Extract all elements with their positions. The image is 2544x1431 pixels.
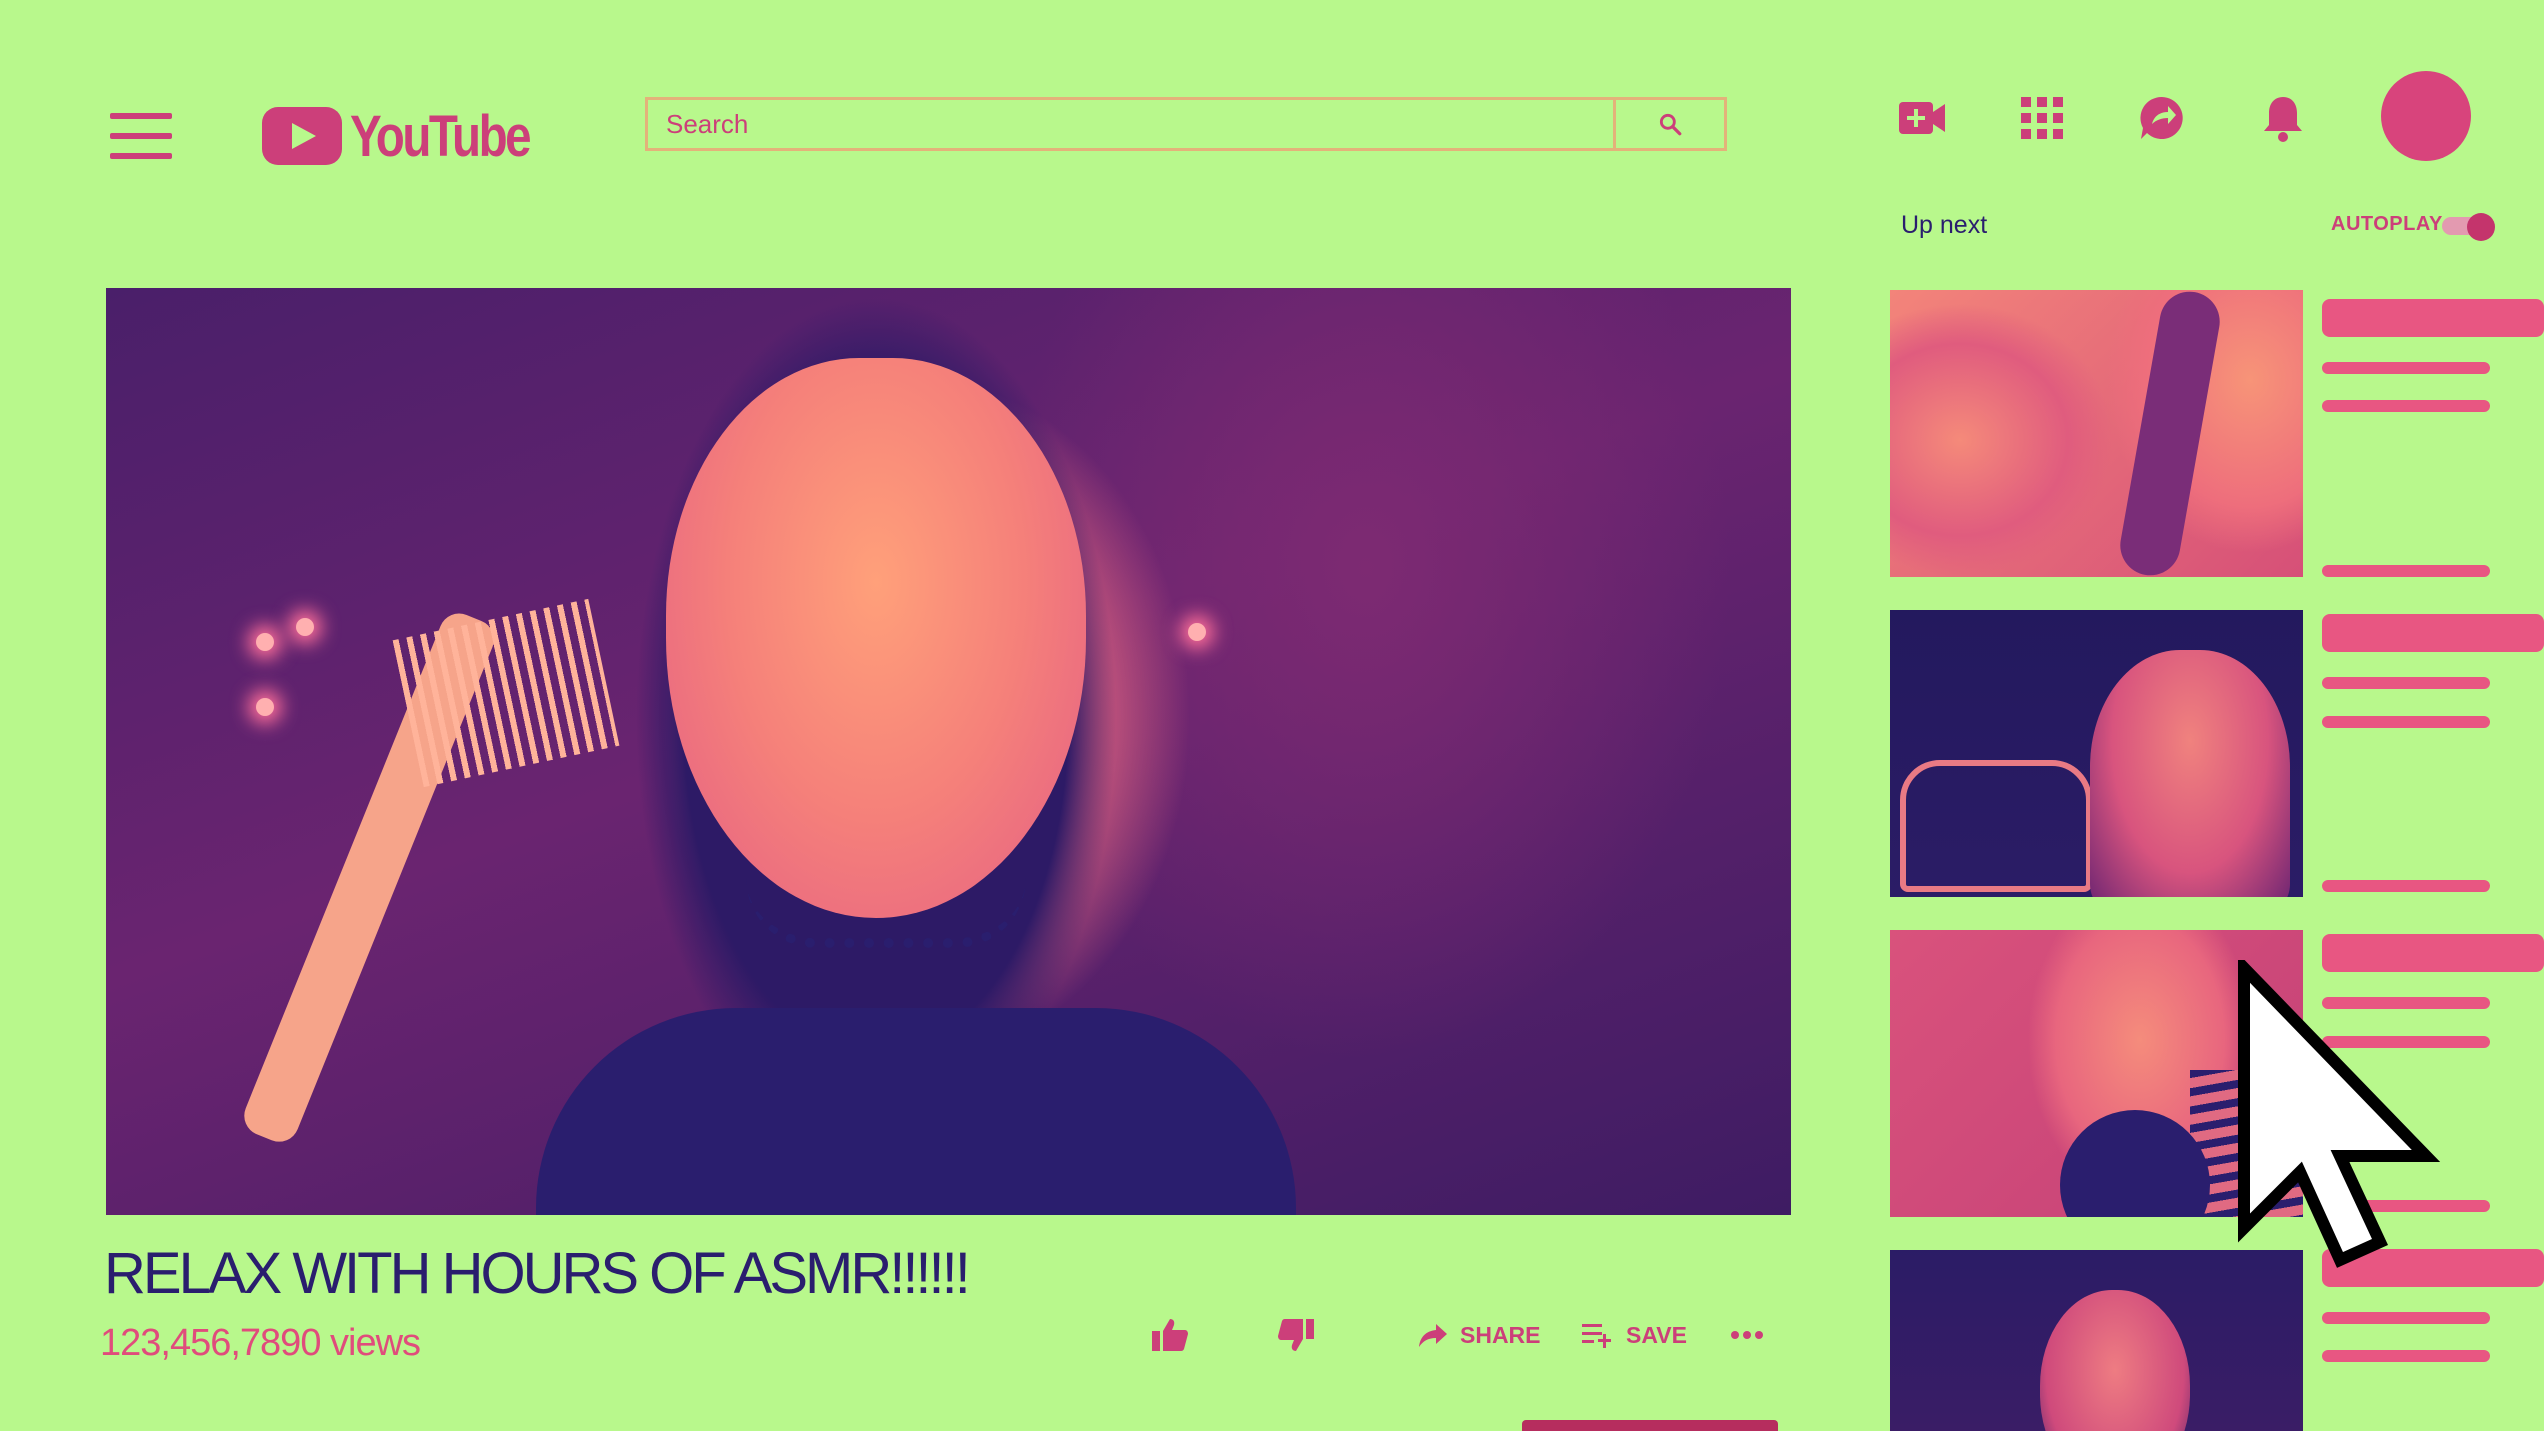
placeholder-title-bar[interactable] [2322,614,2544,652]
like-button[interactable] [1150,1315,1190,1355]
recommended-video-thumbnail[interactable] [1890,610,2303,897]
video-frame-shirt [536,1008,1296,1215]
bokeh-light [256,633,274,651]
up-next-label: Up next [1901,211,1988,239]
recommended-video-thumbnail[interactable] [1890,290,2303,577]
avatar[interactable] [2381,71,2471,161]
video-title: RELAX WITH HOURS OF ASMR!!!!!! [104,1241,971,1306]
save-playlist-icon [1582,1324,1611,1348]
bokeh-light [256,698,274,716]
search-button[interactable] [1613,100,1724,148]
save-label: SAVE [1626,1321,1687,1348]
menu-icon[interactable] [110,113,172,159]
dislike-button[interactable] [1276,1315,1316,1355]
placeholder-text-bar [2322,1312,2490,1324]
like-icon [1152,1319,1188,1351]
share-button[interactable]: SHARE [1418,1315,1541,1355]
placeholder-text-bar [2322,677,2490,689]
placeholder-text-bar [2322,716,2490,728]
placeholder-text-bar [2322,1350,2490,1362]
more-icon [1731,1331,1763,1339]
search-bar [645,97,1727,151]
youtube-logo[interactable]: YouTube [262,103,568,169]
logo-text: YouTube [350,103,532,169]
apps-icon[interactable] [2012,88,2072,148]
create-video-icon[interactable] [1892,88,1952,148]
video-frame-face [666,358,1086,918]
thumbnail-art [1900,760,2092,892]
thumbnail-art [2115,290,2225,577]
video-player[interactable] [106,288,1791,1215]
notifications-icon[interactable] [2253,88,2313,148]
view-count: 123,456,7890 views [100,1322,421,1364]
placeholder-text-bar [2322,362,2490,374]
placeholder-text-bar [2322,880,2490,892]
placeholder-text-bar [2322,565,2490,577]
autoplay-label: AUTOPLAY [2331,213,2443,235]
subscribe-button-edge[interactable] [1522,1420,1778,1431]
save-button[interactable]: SAVE [1582,1315,1687,1355]
placeholder-text-bar [2322,400,2490,412]
dislike-icon [1278,1319,1314,1351]
search-icon [1659,113,1682,136]
search-input[interactable] [648,100,1613,148]
autoplay-toggle[interactable] [2442,213,2495,241]
bokeh-light [1188,623,1206,641]
more-actions-button[interactable] [1730,1315,1764,1355]
mouse-pointer-icon [2238,960,2441,1268]
toggle-knob [2467,213,2495,241]
share-label: SHARE [1460,1321,1541,1348]
thumbnail-art [2090,650,2290,897]
thumbnail-art [2040,1290,2190,1431]
bokeh-light [296,618,314,636]
messages-icon[interactable] [2132,88,2192,148]
youtube-play-icon [262,107,342,165]
share-icon [1419,1324,1447,1347]
thumbnail-art [2060,1110,2210,1217]
placeholder-title-bar[interactable] [2322,299,2544,337]
video-frame-choker [746,878,1026,948]
